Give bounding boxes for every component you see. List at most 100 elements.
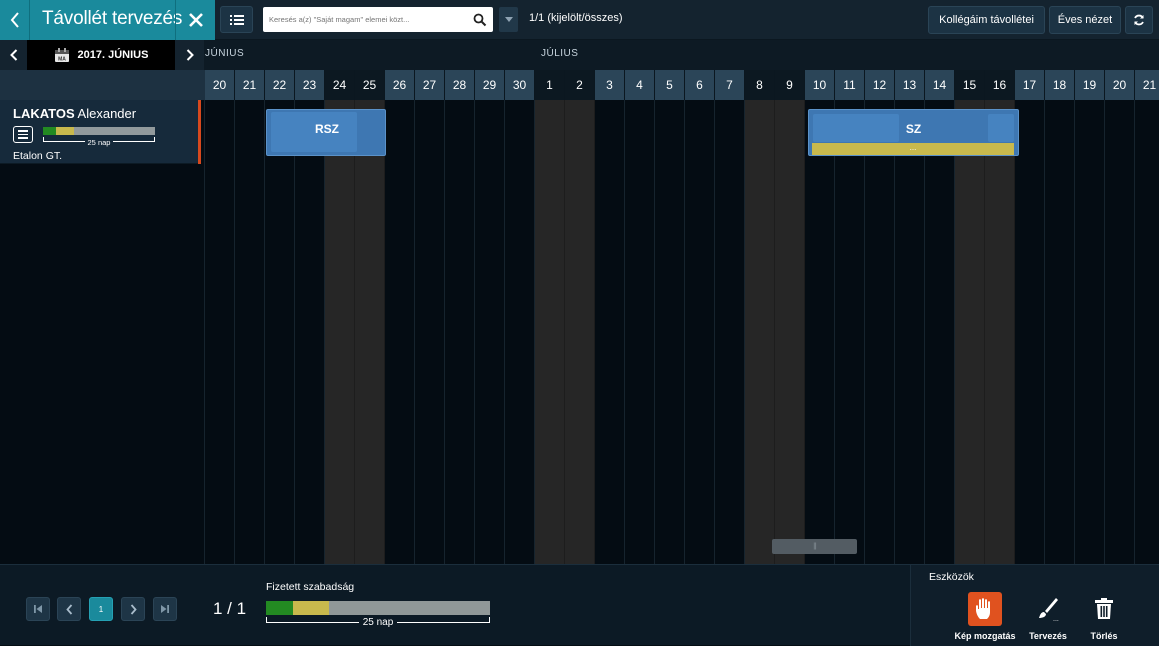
last-page-button[interactable] <box>153 597 177 621</box>
absence-planned-bar[interactable]: ... <box>812 143 1014 155</box>
top-bar: Távollét tervezés 1/1 (kijelölt/összes) … <box>0 0 1159 40</box>
employee-menu-icon[interactable] <box>13 126 33 143</box>
list-view-button[interactable] <box>220 6 253 33</box>
day-column[interactable] <box>655 100 685 564</box>
day-header-cell: 21 <box>235 70 265 100</box>
page-info: 1 / 1 <box>213 599 247 618</box>
last-page-icon <box>161 605 169 613</box>
chevron-left-icon <box>9 49 17 61</box>
day-header-cell: 13 <box>895 70 925 100</box>
back-button[interactable] <box>0 0 30 40</box>
day-header-cell: 21 <box>1135 70 1159 100</box>
trash-icon <box>1087 592 1121 626</box>
day-header-cell: 4 <box>625 70 655 100</box>
day-header-cell: 11 <box>835 70 865 100</box>
weekend-column[interactable] <box>565 100 595 564</box>
chevron-right-icon <box>130 603 137 615</box>
yearly-view-button[interactable]: Éves nézet <box>1049 6 1121 34</box>
selection-count: 1/1 (kijelölt/összes) <box>529 12 623 24</box>
weekend-column[interactable] <box>775 100 805 564</box>
day-header-cell: 26 <box>385 70 415 100</box>
day-header-cell: 29 <box>475 70 505 100</box>
day-header-cell: 8 <box>745 70 775 100</box>
month-name-july: JÚLIUS <box>541 48 579 59</box>
paid-leave-used <box>266 601 293 615</box>
first-page-icon <box>34 605 42 613</box>
day-column[interactable] <box>715 100 745 564</box>
day-column[interactable] <box>1045 100 1075 564</box>
day-header-cell: 10 <box>805 70 835 100</box>
delete-tool[interactable]: Törlés <box>1069 592 1139 644</box>
weekend-column[interactable] <box>535 100 565 564</box>
day-column[interactable] <box>595 100 625 564</box>
colleagues-absences-button[interactable]: Kollégáim távollétei <box>928 6 1045 34</box>
employee-days-label: 25 nap <box>43 138 155 147</box>
timeline-grid[interactable]: LAKATOS Alexander 25 nap Etalon GT. RSZ … <box>0 100 1159 564</box>
month-navigation: MA 2017. JÚNIUS JÚNIUS JÚLIUS <box>0 40 1159 70</box>
day-column[interactable] <box>235 100 265 564</box>
weekend-column[interactable] <box>985 100 1015 564</box>
day-column[interactable] <box>1135 100 1159 564</box>
close-button[interactable] <box>175 0 215 40</box>
day-column[interactable] <box>925 100 955 564</box>
search-input[interactable] <box>269 7 465 32</box>
move-view-tool[interactable]: Kép mozgatás <box>950 592 1020 644</box>
absence-label: SZ <box>905 122 922 136</box>
day-header-cell: 22 <box>265 70 295 100</box>
day-column[interactable] <box>625 100 655 564</box>
month-picker[interactable]: MA 2017. JÚNIUS <box>27 40 175 70</box>
weekend-column[interactable] <box>745 100 775 564</box>
weekend-column[interactable] <box>355 100 385 564</box>
search-filter-dropdown[interactable] <box>499 7 518 32</box>
delete-label: Törlés <box>1090 631 1118 641</box>
day-column[interactable] <box>835 100 865 564</box>
day-column[interactable] <box>685 100 715 564</box>
weekend-column[interactable] <box>325 100 355 564</box>
caret-down-icon <box>504 17 513 22</box>
day-column[interactable] <box>265 100 295 564</box>
day-column[interactable] <box>295 100 325 564</box>
day-column[interactable] <box>205 100 235 564</box>
day-header-cell: 27 <box>415 70 445 100</box>
calendar-icon-text: MA <box>58 57 66 63</box>
day-header-cell: 18 <box>1045 70 1075 100</box>
employee-leave-used <box>43 127 56 135</box>
day-column[interactable] <box>475 100 505 564</box>
employee-name: LAKATOS Alexander <box>13 106 136 121</box>
weekend-column[interactable] <box>955 100 985 564</box>
day-column[interactable] <box>895 100 925 564</box>
next-page-button[interactable] <box>121 597 145 621</box>
day-header-cell: 2 <box>565 70 595 100</box>
horizontal-scrollbar[interactable]: ||| <box>772 539 857 554</box>
employee-panel: LAKATOS Alexander 25 nap Etalon GT. <box>0 100 205 564</box>
day-header-cell: 15 <box>955 70 985 100</box>
day-column[interactable] <box>385 100 415 564</box>
absence-block-rsz[interactable]: RSZ <box>266 109 386 156</box>
day-column[interactable] <box>415 100 445 564</box>
footer-bar: 1 1 / 1 Fizetett szabadság 25 nap Eszköz… <box>0 564 1159 646</box>
day-column[interactable] <box>505 100 535 564</box>
day-column[interactable] <box>865 100 895 564</box>
employee-first-name: Alexander <box>77 106 137 121</box>
employee-card[interactable]: LAKATOS Alexander 25 nap Etalon GT. <box>0 100 201 164</box>
list-icon <box>229 14 244 25</box>
chevron-left-icon <box>65 603 72 615</box>
day-column[interactable] <box>1105 100 1135 564</box>
day-header-cell: 17 <box>1015 70 1045 100</box>
next-month-button[interactable] <box>175 40 204 70</box>
prev-month-button[interactable] <box>0 40 27 70</box>
search-icon[interactable] <box>473 13 487 27</box>
first-page-button[interactable] <box>26 597 50 621</box>
day-header-cell: 19 <box>1075 70 1105 100</box>
prev-page-button[interactable] <box>57 597 81 621</box>
day-column[interactable] <box>805 100 835 564</box>
day-column[interactable] <box>445 100 475 564</box>
day-header-cell: 23 <box>295 70 325 100</box>
day-header-spacer <box>0 70 205 100</box>
day-column[interactable] <box>1075 100 1105 564</box>
day-header-cell: 1 <box>535 70 565 100</box>
day-column[interactable] <box>1015 100 1045 564</box>
tools-panel: Eszközök Kép mozgatás ... Tervezés Törlé… <box>910 565 1159 646</box>
refresh-button[interactable] <box>1125 6 1153 34</box>
page-1-button[interactable]: 1 <box>89 597 113 621</box>
